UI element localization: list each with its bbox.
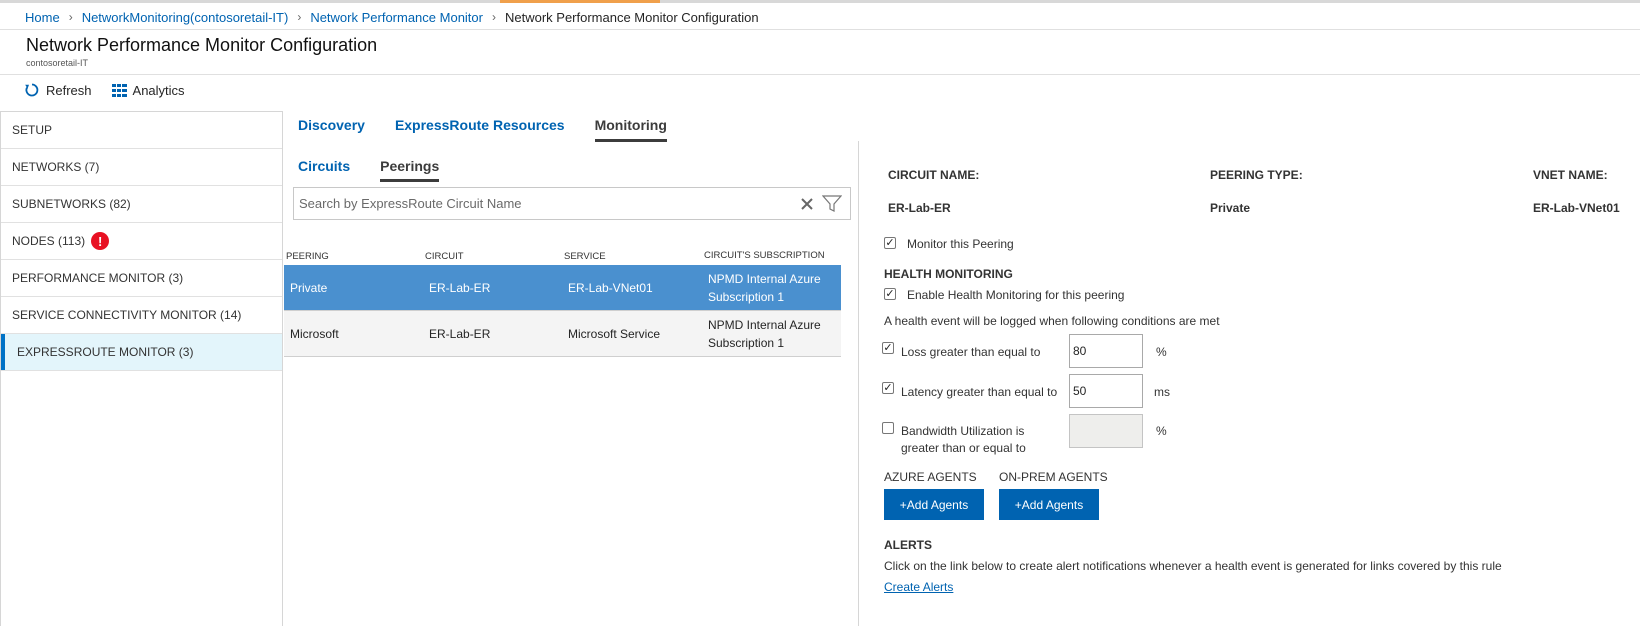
chevron-right-icon: › <box>491 10 496 24</box>
alerts-note: Click on the link below to create alert … <box>884 559 1502 573</box>
breadcrumb-npm[interactable]: Network Performance Monitor <box>310 10 483 25</box>
tab-peerings[interactable]: Peerings <box>380 158 440 182</box>
health-monitoring-heading: HEALTH MONITORING <box>884 267 1013 281</box>
health-note: A health event will be logged when follo… <box>884 314 1220 328</box>
analytics-grid-icon <box>111 83 127 97</box>
sidebar-item-label: EXPRESSROUTE MONITOR (3) <box>17 345 194 359</box>
search-input[interactable] <box>299 196 800 211</box>
column-header-subscription[interactable]: CIRCUIT'S SUBSCRIPTION <box>702 247 841 265</box>
breadcrumb-current: Network Performance Monitor Configuratio… <box>504 9 759 25</box>
sub-tabs: Circuits Peerings <box>298 158 469 182</box>
divider <box>0 29 1640 30</box>
chevron-right-icon: › <box>297 10 302 24</box>
vnet-name-value: ER-Lab-VNet01 <box>1533 201 1620 215</box>
page-subtitle: contosoretail-IT <box>26 58 89 68</box>
cell-circuit: ER-Lab-ER <box>429 326 491 341</box>
sidebar: SETUP NETWORKS (7) SUBNETWORKS (82) NODE… <box>0 111 283 626</box>
cell-peering: Microsoft <box>290 326 339 341</box>
bandwidth-unit: % <box>1156 424 1167 438</box>
error-icon: ! <box>91 232 110 250</box>
sidebar-item-service-connectivity[interactable]: SERVICE CONNECTIVITY MONITOR (14) <box>1 297 282 334</box>
cell-service: Microsoft Service <box>568 326 661 341</box>
sidebar-item-label: PERFORMANCE MONITOR (3) <box>12 271 184 285</box>
sidebar-item-subnetworks[interactable]: SUBNETWORKS (82) <box>1 186 282 223</box>
refresh-button[interactable]: Refresh <box>24 82 92 98</box>
table-row[interactable]: Microsoft ER-Lab-ER Microsoft Service NP… <box>284 311 841 357</box>
panel-divider <box>858 141 859 626</box>
monitor-peering-checkbox[interactable]: ✓ <box>884 237 896 249</box>
sidebar-item-label: SETUP <box>12 123 53 137</box>
bandwidth-label-line2: greater than or equal to <box>901 441 1026 455</box>
monitor-peering-label: Monitor this Peering <box>907 237 1014 251</box>
column-header-service[interactable]: SERVICE <box>562 251 702 262</box>
breadcrumb-workspace[interactable]: NetworkMonitoring(contosoretail-IT) <box>82 10 289 25</box>
latency-checkbox[interactable]: ✓ <box>882 382 894 394</box>
enable-health-checkbox[interactable]: ✓ <box>884 288 896 300</box>
filter-icon[interactable] <box>822 194 842 213</box>
tab-discovery[interactable]: Discovery <box>298 117 365 142</box>
tab-circuits[interactable]: Circuits <box>298 158 350 182</box>
analytics-label: Analytics <box>132 82 185 98</box>
clear-icon[interactable] <box>800 197 814 211</box>
peerings-table: PEERING CIRCUIT SERVICE CIRCUIT'S SUBSCR… <box>284 247 841 357</box>
sidebar-item-setup[interactable]: SETUP <box>1 112 282 149</box>
column-header-circuit[interactable]: CIRCUIT <box>423 251 562 262</box>
cell-subscription: NPMD Internal Azure Subscription 1 <box>708 317 821 350</box>
sidebar-item-networks[interactable]: NETWORKS (7) <box>1 149 282 186</box>
analytics-button[interactable]: Analytics <box>111 82 185 98</box>
cell-circuit: ER-Lab-ER <box>429 280 491 295</box>
cell-service: ER-Lab-VNet01 <box>568 280 653 295</box>
vnet-name-label: VNET NAME: <box>1533 168 1608 182</box>
tab-monitoring[interactable]: Monitoring <box>594 117 667 142</box>
toolbar: Refresh Analytics <box>24 82 205 98</box>
latency-label: Latency greater than equal to <box>901 385 1058 399</box>
table-row[interactable]: Private ER-Lab-ER ER-Lab-VNet01 NPMD Int… <box>284 265 841 311</box>
sidebar-item-expressroute-monitor[interactable]: EXPRESSROUTE MONITOR (3) <box>1 334 282 371</box>
sidebar-item-label: NODES (113) <box>12 234 86 248</box>
bandwidth-label-line1: Bandwidth Utilization is <box>901 424 1025 438</box>
table-header: PEERING CIRCUIT SERVICE CIRCUIT'S SUBSCR… <box>284 247 841 265</box>
bandwidth-checkbox[interactable] <box>882 422 894 434</box>
circuit-name-value: ER-Lab-ER <box>888 201 951 215</box>
add-onprem-agents-button[interactable]: +Add Agents <box>999 489 1099 520</box>
bandwidth-threshold-input <box>1069 414 1143 448</box>
column-header-peering[interactable]: PEERING <box>284 251 423 262</box>
breadcrumb: Home › NetworkMonitoring(contosoretail-I… <box>25 6 759 28</box>
cell-peering: Private <box>290 280 328 295</box>
cell-subscription: NPMD Internal Azure Subscription 1 <box>708 271 821 304</box>
refresh-icon <box>25 83 39 97</box>
search-box <box>293 187 851 220</box>
loss-label: Loss greater than equal to <box>901 345 1041 359</box>
sidebar-item-label: SERVICE CONNECTIVITY MONITOR (14) <box>12 308 242 322</box>
alerts-heading: ALERTS <box>884 538 932 552</box>
breadcrumb-home[interactable]: Home <box>25 10 60 25</box>
add-azure-agents-button[interactable]: +Add Agents <box>884 489 984 520</box>
page-title: Network Performance Monitor Configuratio… <box>26 35 378 55</box>
peering-type-label: PEERING TYPE: <box>1210 168 1303 182</box>
create-alerts-link[interactable]: Create Alerts <box>884 580 953 594</box>
sidebar-item-performance-monitor[interactable]: PERFORMANCE MONITOR (3) <box>1 260 282 297</box>
main-tabs: Discovery ExpressRoute Resources Monitor… <box>298 117 697 142</box>
enable-health-label: Enable Health Monitoring for this peerin… <box>907 288 1125 302</box>
onprem-agents-label: ON-PREM AGENTS <box>999 470 1108 484</box>
sidebar-item-nodes[interactable]: NODES (113) ! <box>1 223 282 260</box>
sidebar-item-label: NETWORKS (7) <box>12 160 100 174</box>
latency-threshold-input[interactable]: 50 <box>1069 374 1143 408</box>
top-accent-stripe <box>0 0 1640 3</box>
sidebar-item-label: SUBNETWORKS (82) <box>12 197 131 211</box>
circuit-name-label: CIRCUIT NAME: <box>888 168 980 182</box>
divider <box>0 74 1640 75</box>
loss-threshold-input[interactable]: 80 <box>1069 334 1143 368</box>
azure-agents-label: AZURE AGENTS <box>884 470 977 484</box>
latency-unit: ms <box>1154 385 1170 399</box>
chevron-right-icon: › <box>68 10 73 24</box>
loss-unit: % <box>1156 345 1167 359</box>
loss-checkbox[interactable]: ✓ <box>882 342 894 354</box>
tab-expressroute-resources[interactable]: ExpressRoute Resources <box>395 117 565 142</box>
accent-segment <box>570 0 660 3</box>
refresh-label: Refresh <box>46 82 92 98</box>
peering-type-value: Private <box>1210 201 1251 215</box>
